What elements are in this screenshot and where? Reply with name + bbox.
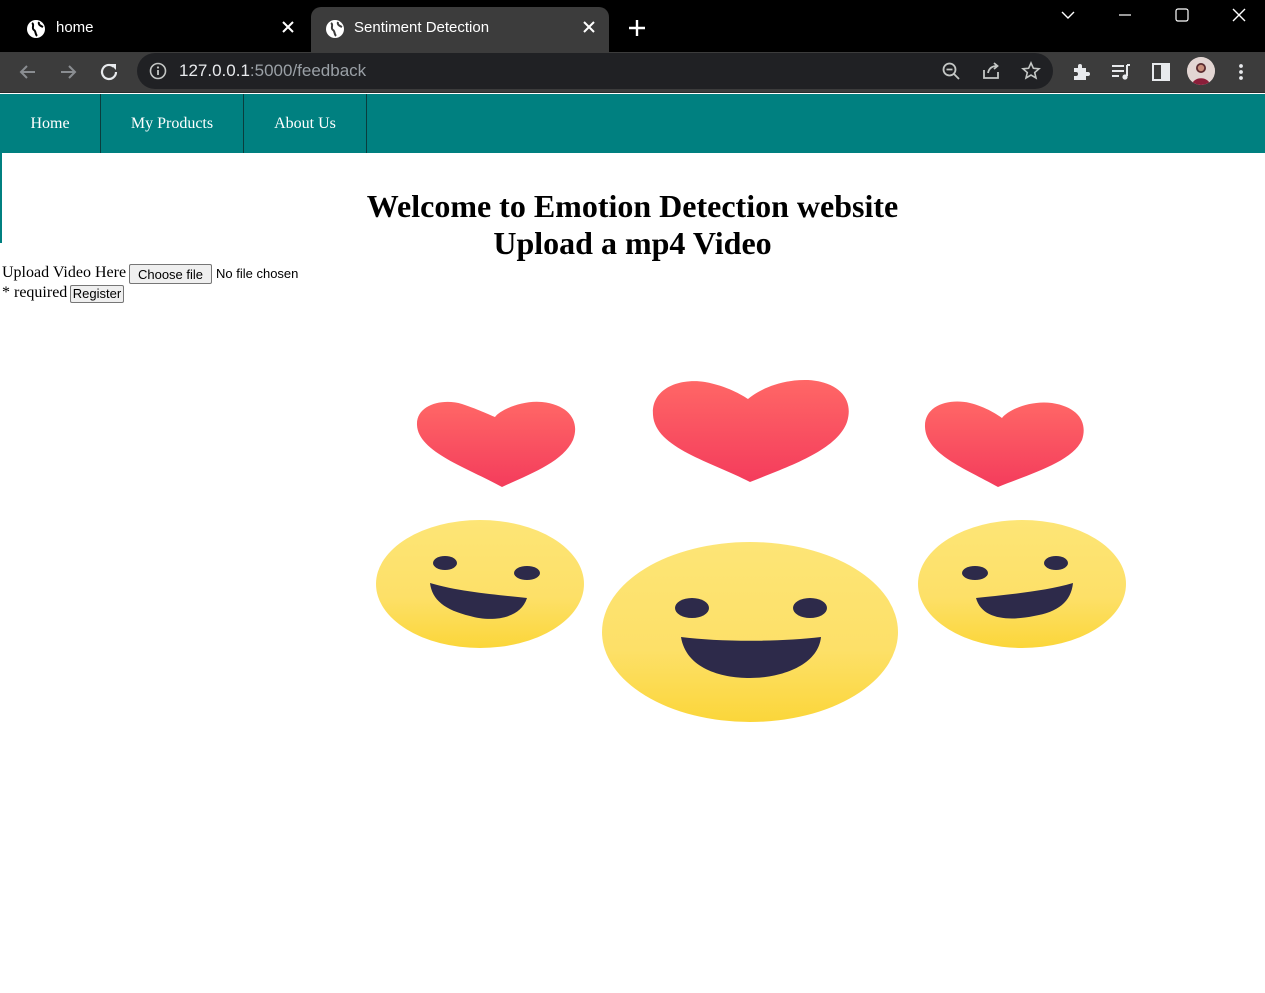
globe-icon (27, 20, 45, 38)
share-icon[interactable] (981, 61, 1001, 81)
zoom-icon[interactable] (941, 61, 961, 81)
tab-home[interactable]: home (8, 7, 308, 52)
tab-title: home (56, 19, 94, 36)
profile-avatar[interactable] (1187, 57, 1215, 85)
smiley-face-icon (602, 542, 898, 722)
url-text[interactable]: 127.0.0.1:5000/feedback (179, 61, 366, 81)
forward-icon[interactable] (55, 59, 81, 85)
heart-icon (924, 401, 1084, 487)
side-panel-icon[interactable] (1150, 61, 1172, 83)
register-button[interactable]: Register (70, 285, 124, 303)
heart-icon (416, 401, 576, 487)
nav-my-products[interactable]: My Products (101, 94, 244, 153)
file-status: No file chosen (216, 266, 299, 281)
window-close-icon[interactable] (1219, 2, 1259, 28)
nav-about-us[interactable]: About Us (244, 94, 367, 153)
close-icon[interactable] (280, 19, 296, 35)
star-icon[interactable] (1021, 61, 1041, 81)
tab-sentiment-detection[interactable]: Sentiment Detection (311, 7, 609, 52)
url-host: 127.0.0.1 (179, 61, 250, 80)
smiley-face-icon (376, 520, 584, 648)
heading-upload: Upload a mp4 Video (493, 225, 772, 261)
emoji-hearts-illustration (376, 379, 1126, 722)
heading-welcome: Welcome to Emotion Detection website (366, 188, 899, 224)
reading-list-icon[interactable] (1110, 61, 1132, 83)
browser-toolbar: 127.0.0.1:5000/feedback (0, 52, 1265, 93)
required-note: * required (2, 284, 68, 301)
avatar-image (1187, 57, 1215, 85)
nav-home[interactable]: Home (0, 94, 101, 153)
choose-file-button[interactable]: Choose file (129, 264, 212, 284)
close-icon[interactable] (581, 19, 597, 35)
minimize-icon[interactable] (1105, 2, 1145, 28)
url-path: :5000/feedback (249, 61, 367, 80)
plus-icon[interactable] (625, 16, 649, 40)
menu-icon[interactable] (1230, 61, 1252, 83)
tab-title: Sentiment Detection (354, 19, 490, 36)
maximize-icon[interactable] (1162, 2, 1202, 28)
info-icon[interactable] (149, 62, 167, 80)
reload-icon[interactable] (96, 59, 122, 85)
upload-label: Upload Video Here (2, 264, 127, 281)
back-icon[interactable] (15, 59, 41, 85)
browser-titlebar: home Sentiment Detection (0, 0, 1265, 52)
extensions-icon[interactable] (1070, 61, 1092, 83)
chevron-down-icon[interactable] (1048, 2, 1088, 28)
heart-icon (652, 379, 849, 482)
page-heading: Welcome to Emotion Detection website Upl… (0, 188, 1265, 262)
address-bar[interactable]: 127.0.0.1:5000/feedback (137, 53, 1053, 89)
site-navbar: Home My Products About Us (0, 94, 1265, 153)
globe-icon (326, 20, 344, 38)
smiley-face-icon (918, 520, 1126, 648)
